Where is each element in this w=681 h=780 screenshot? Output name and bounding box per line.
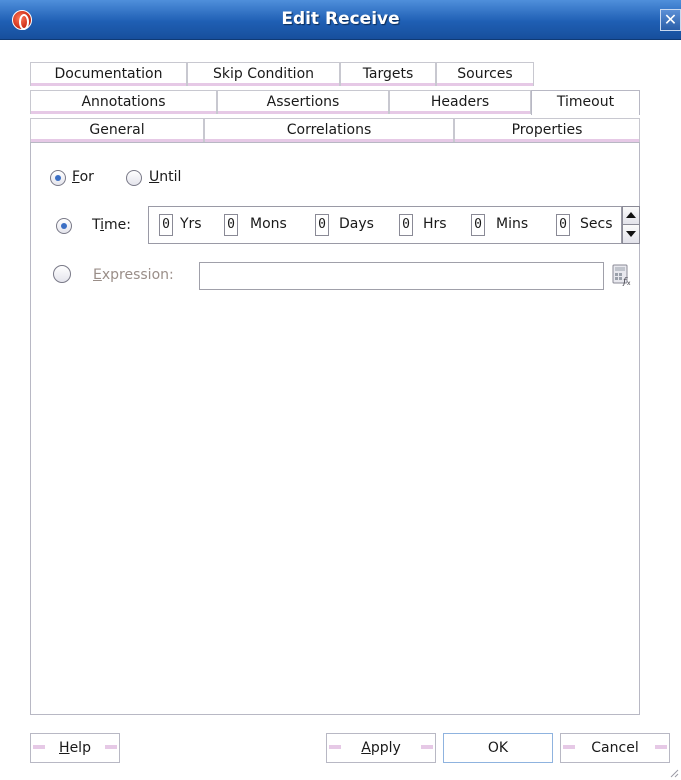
tab-documentation[interactable]: Documentation	[30, 62, 187, 86]
tab-properties[interactable]: Properties	[454, 118, 640, 142]
ok-button[interactable]: OK	[443, 733, 553, 763]
seconds-field[interactable]: 0	[556, 214, 570, 236]
close-button[interactable]: ✕	[660, 9, 681, 31]
time-label[interactable]: Time:	[92, 217, 131, 233]
years-field[interactable]: 0	[159, 214, 173, 236]
time-radio[interactable]	[56, 218, 72, 234]
tab-headers[interactable]: Headers	[389, 90, 531, 114]
tab-correlations[interactable]: Correlations	[204, 118, 454, 142]
tab-skip-condition[interactable]: Skip Condition	[187, 62, 340, 86]
months-field[interactable]: 0	[224, 214, 238, 236]
tab-timeout[interactable]: Timeout	[531, 90, 640, 115]
minutes-field[interactable]: 0	[471, 214, 485, 236]
apply-button[interactable]: Apply	[326, 733, 436, 763]
time-fields: 0 Yrs 0 Mons 0 Days 0 Hrs 0 Mins 0 Secs	[148, 206, 622, 244]
window-title: Edit Receive	[281, 9, 400, 29]
spinner-up-icon[interactable]	[623, 207, 639, 225]
hours-unit: Hrs	[423, 216, 447, 232]
for-radio[interactable]	[50, 170, 66, 186]
tab-annotations[interactable]: Annotations	[30, 90, 217, 114]
hours-field[interactable]: 0	[399, 214, 413, 236]
days-unit: Days	[339, 216, 374, 232]
years-unit: Yrs	[180, 216, 202, 232]
minutes-unit: Mins	[496, 216, 529, 232]
for-label[interactable]: For	[72, 169, 94, 185]
help-button[interactable]: Help	[30, 733, 120, 763]
time-spinner[interactable]	[622, 206, 640, 244]
days-field[interactable]: 0	[315, 214, 329, 236]
tab-general[interactable]: General	[30, 118, 204, 142]
expression-radio[interactable]	[53, 265, 71, 283]
seconds-unit: Secs	[580, 216, 613, 232]
tab-sources[interactable]: Sources	[436, 62, 534, 86]
expression-builder-icon[interactable]: f x	[612, 264, 632, 287]
expression-label[interactable]: Expression:	[93, 267, 174, 283]
cancel-button[interactable]: Cancel	[560, 733, 670, 763]
spinner-down-icon[interactable]	[623, 225, 639, 243]
months-unit: Mons	[250, 216, 287, 232]
tab-assertions[interactable]: Assertions	[217, 90, 389, 114]
until-radio[interactable]	[126, 170, 142, 186]
until-label[interactable]: Until	[149, 169, 181, 185]
tab-targets[interactable]: Targets	[340, 62, 436, 86]
title-bar: Edit Receive ✕	[0, 0, 681, 40]
expression-input[interactable]	[199, 262, 604, 290]
svg-text:x: x	[627, 280, 631, 286]
resize-grip-icon[interactable]	[669, 768, 679, 778]
